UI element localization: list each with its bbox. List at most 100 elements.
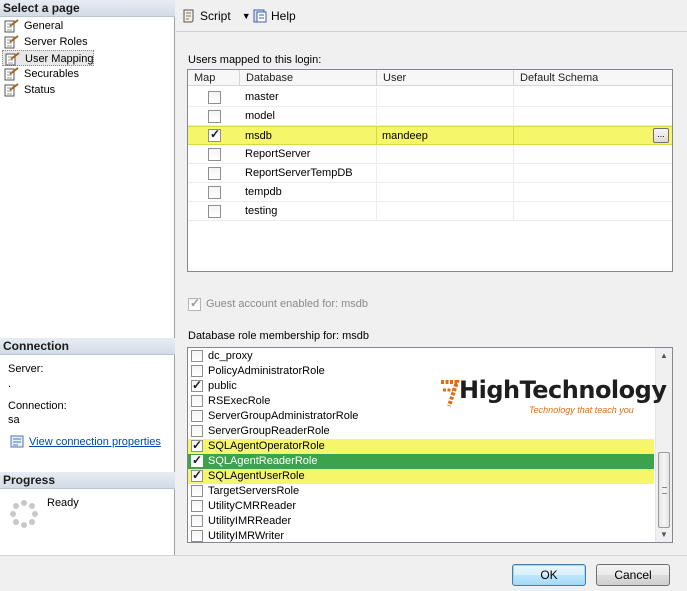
list-item[interactable]: UtilityIMRReader — [188, 514, 654, 529]
column-header-user[interactable]: User — [377, 70, 514, 86]
database-cell: msdb — [240, 127, 377, 145]
page-item-general[interactable]: General — [2, 18, 96, 34]
map-checkbox[interactable] — [208, 91, 221, 104]
page-list: General Server Roles User Mapping Secura… — [2, 18, 172, 98]
role-checkbox[interactable] — [191, 350, 203, 362]
user-cell[interactable] — [377, 107, 514, 125]
toolbar: Script ▼ Help — [176, 0, 687, 30]
map-checkbox[interactable] — [208, 186, 221, 199]
script-button[interactable]: Script ▼ — [181, 6, 251, 26]
page-item-securables[interactable]: Securables — [2, 66, 96, 82]
page-item-user-mapping[interactable]: User Mapping — [2, 50, 94, 66]
list-item[interactable]: SQLAgentOperatorRole — [188, 438, 654, 454]
list-item[interactable]: UtilityIMRWriter — [188, 529, 654, 542]
logo-tagline: Technology that teach you — [529, 405, 634, 415]
role-label: SQLAgentOperatorRole — [208, 440, 325, 452]
users-mapped-caption: Users mapped to this login: — [188, 54, 322, 66]
table-row[interactable]: model — [188, 107, 672, 126]
schema-cell[interactable] — [514, 145, 672, 163]
properties-icon — [10, 435, 24, 448]
schema-cell[interactable] — [514, 164, 672, 182]
role-label: SQLAgentUserRole — [208, 470, 305, 482]
page-icon — [4, 35, 19, 49]
map-checkbox[interactable] — [208, 167, 221, 180]
view-connection-row: View connection properties — [10, 434, 161, 449]
progress-header: Progress — [0, 472, 175, 489]
column-header-database[interactable]: Database — [240, 70, 377, 86]
role-checkbox[interactable] — [191, 515, 203, 527]
schema-cell[interactable] — [514, 127, 672, 145]
script-label: Script — [200, 9, 231, 23]
grid-header: Map Database User Default Schema — [188, 70, 672, 86]
role-label: UtilityIMRWriter — [208, 530, 284, 542]
progress-status: Ready — [47, 497, 79, 509]
chevron-down-icon[interactable]: ▼ — [242, 6, 251, 26]
map-checkbox[interactable] — [208, 148, 221, 161]
column-header-map[interactable]: Map — [188, 70, 240, 86]
user-cell[interactable]: mandeep — [377, 127, 514, 145]
list-item[interactable]: UtilityCMRReader — [188, 499, 654, 514]
page-item-label: Securables — [24, 68, 80, 80]
view-connection-properties-link[interactable]: View connection properties — [29, 436, 161, 448]
role-label: public — [208, 380, 237, 392]
map-checkbox[interactable] — [208, 127, 221, 142]
role-checkbox[interactable] — [191, 485, 203, 497]
server-value: . — [8, 378, 12, 390]
schema-cell[interactable] — [514, 202, 672, 220]
list-item[interactable]: SQLAgentReaderRole — [188, 453, 654, 469]
hightechnology-logo: HighTechnology Technology that teach you — [439, 376, 667, 418]
list-item[interactable]: ServerGroupReaderRole — [188, 424, 654, 439]
database-cell: model — [240, 107, 377, 125]
scrollbar-thumb[interactable] — [658, 452, 670, 528]
scroll-up-icon[interactable]: ▲ — [659, 351, 669, 361]
role-label: UtilityIMRReader — [208, 515, 292, 527]
user-cell[interactable] — [377, 145, 514, 163]
table-row[interactable]: tempdb — [188, 183, 672, 202]
help-button[interactable]: Help — [252, 6, 296, 26]
role-checkbox[interactable] — [191, 365, 203, 377]
schema-cell[interactable] — [514, 88, 672, 106]
column-header-default-schema[interactable]: Default Schema — [514, 70, 672, 86]
table-row[interactable]: master — [188, 88, 672, 107]
page-item-status[interactable]: Status — [2, 82, 96, 98]
grip-icon — [662, 487, 667, 494]
table-row[interactable]: msdb mandeep ... — [188, 126, 672, 145]
cancel-button[interactable]: Cancel — [596, 564, 670, 586]
role-checkbox[interactable] — [191, 410, 203, 422]
user-cell[interactable] — [377, 88, 514, 106]
role-checkbox[interactable] — [191, 378, 203, 393]
page-item-label: General — [24, 20, 64, 32]
role-checkbox[interactable] — [191, 395, 203, 407]
role-checkbox[interactable] — [191, 500, 203, 512]
user-cell[interactable] — [377, 183, 514, 201]
database-cell: tempdb — [240, 183, 377, 201]
page-icon — [4, 19, 19, 33]
main-panel: Script ▼ Help Users mapped to this login… — [176, 0, 687, 555]
page-item-server-roles[interactable]: Server Roles — [2, 34, 96, 50]
user-cell[interactable] — [377, 202, 514, 220]
table-row[interactable]: testing — [188, 202, 672, 221]
schema-cell[interactable] — [514, 107, 672, 125]
ok-button[interactable]: OK — [512, 564, 586, 586]
table-row[interactable]: ReportServer — [188, 145, 672, 164]
schema-cell[interactable] — [514, 183, 672, 201]
scroll-down-icon[interactable]: ▼ — [659, 530, 669, 540]
map-checkbox[interactable] — [208, 205, 221, 218]
role-checkbox[interactable] — [191, 453, 203, 468]
list-item[interactable]: SQLAgentUserRole — [188, 468, 654, 484]
map-checkbox[interactable] — [208, 110, 221, 123]
schema-browse-button[interactable]: ... — [653, 128, 669, 143]
user-cell[interactable] — [377, 164, 514, 182]
guest-account-checkbox[interactable] — [188, 296, 201, 311]
help-label: Help — [271, 9, 296, 23]
table-row[interactable]: ReportServerTempDB — [188, 164, 672, 183]
role-checkbox[interactable] — [191, 425, 203, 437]
list-item[interactable]: TargetServersRole — [188, 484, 654, 499]
role-checkbox[interactable] — [191, 438, 203, 453]
role-label: SQLAgentReaderRole — [208, 455, 318, 467]
list-item[interactable]: dc_proxy — [188, 349, 654, 364]
guest-account-label: Guest account enabled for: msdb — [206, 298, 369, 310]
toolbar-divider — [176, 31, 687, 32]
role-checkbox[interactable] — [191, 468, 203, 483]
role-checkbox[interactable] — [191, 530, 203, 542]
